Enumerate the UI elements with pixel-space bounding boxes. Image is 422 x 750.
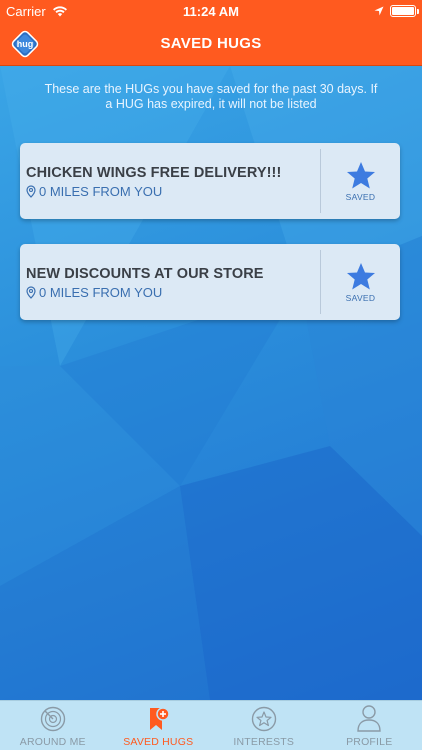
radar-icon xyxy=(40,706,65,732)
map-pin-icon xyxy=(26,286,36,299)
tab-bar: AROUND ME SAVED HUGS INTERESTS PROFILE xyxy=(0,700,422,750)
page-title: SAVED HUGS xyxy=(160,35,262,52)
star-icon[interactable] xyxy=(346,161,376,190)
battery-icon xyxy=(390,5,419,17)
saved-toggle[interactable]: SAVED xyxy=(320,250,400,314)
bookmark-plus-icon xyxy=(150,707,170,730)
card-body[interactable]: NEW DISCOUNTS AT OUR STORE 0 MILES FROM … xyxy=(20,244,320,320)
status-left: Carrier xyxy=(6,4,68,19)
logo-text: hug xyxy=(17,39,34,49)
card-distance: 0 MILES FROM YOU xyxy=(26,285,320,300)
tab-interests[interactable]: INTERESTS xyxy=(211,701,317,750)
tab-label: INTERESTS xyxy=(233,736,295,748)
nav-bar: hug SAVED HUGS xyxy=(0,22,422,66)
saved-hug-card[interactable]: CHICKEN WINGS FREE DELIVERY!!! 0 MILES F… xyxy=(20,143,400,219)
saved-hug-card[interactable]: NEW DISCOUNTS AT OUR STORE 0 MILES FROM … xyxy=(20,244,400,320)
carrier-label: Carrier xyxy=(6,3,46,19)
hug-logo[interactable]: hug xyxy=(9,28,41,60)
intro-text: These are the HUGs you have saved for th… xyxy=(44,82,378,111)
tab-label: SAVED HUGS xyxy=(123,736,194,748)
person-icon xyxy=(357,705,381,732)
card-title: NEW DISCOUNTS AT OUR STORE xyxy=(26,266,264,282)
wifi-icon xyxy=(52,6,67,17)
saved-label: SAVED xyxy=(345,191,376,202)
tab-around-me[interactable]: AROUND ME xyxy=(0,701,106,750)
tab-saved-hugs[interactable]: SAVED HUGS xyxy=(106,701,212,750)
star-circle-icon xyxy=(251,706,276,732)
tab-label: AROUND ME xyxy=(19,736,86,748)
location-arrow-icon xyxy=(374,6,384,16)
card-distance-text: 0 MILES FROM YOU xyxy=(39,184,163,199)
card-title: CHICKEN WINGS FREE DELIVERY!!! xyxy=(26,165,282,181)
tab-profile[interactable]: PROFILE xyxy=(317,701,422,750)
status-bar: Carrier 11:24 AM xyxy=(0,0,422,22)
card-distance-text: 0 MILES FROM YOU xyxy=(39,285,163,300)
map-pin-icon xyxy=(26,185,36,198)
saved-label: SAVED xyxy=(345,292,376,303)
card-distance: 0 MILES FROM YOU xyxy=(26,184,320,199)
status-right xyxy=(374,5,419,17)
card-body[interactable]: CHICKEN WINGS FREE DELIVERY!!! 0 MILES F… xyxy=(20,143,320,219)
star-icon[interactable] xyxy=(346,262,376,291)
saved-toggle[interactable]: SAVED xyxy=(320,149,400,213)
tab-label: PROFILE xyxy=(346,736,393,748)
